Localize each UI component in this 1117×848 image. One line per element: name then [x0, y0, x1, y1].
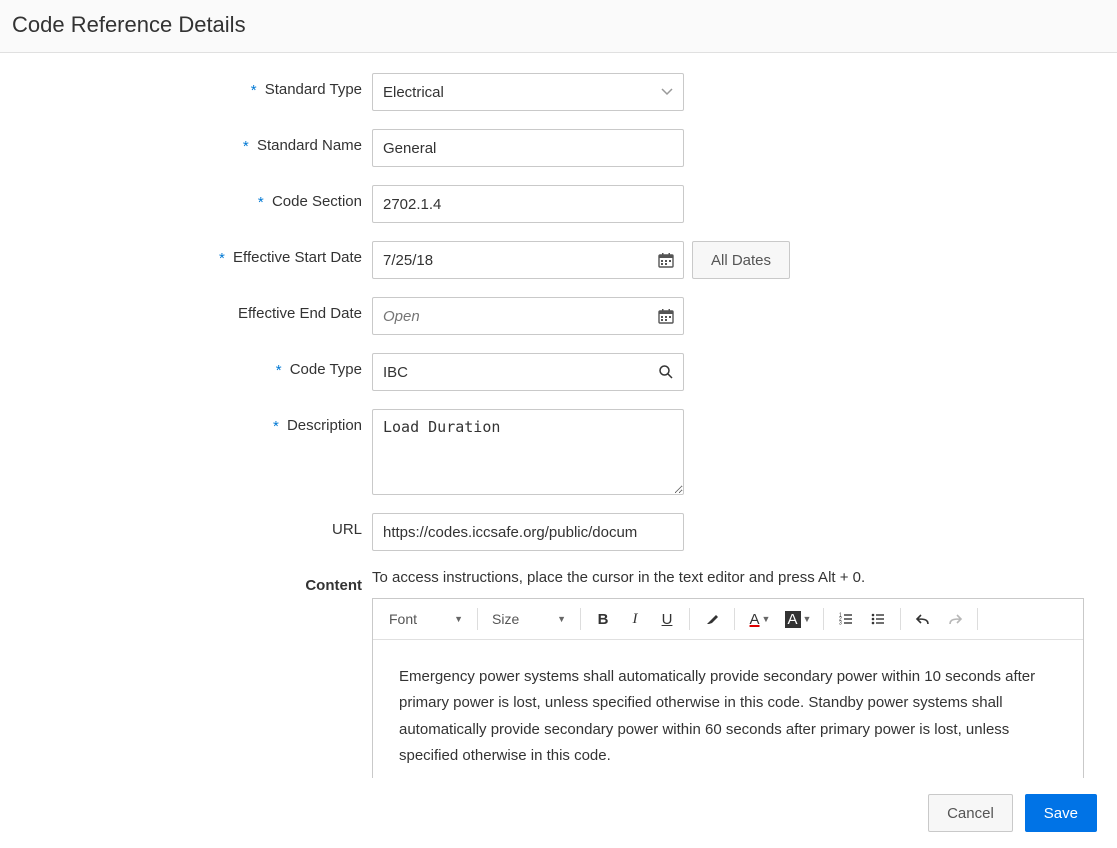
text-color-button[interactable]: A▼ [743, 605, 777, 633]
label-text: Standard Name [257, 137, 362, 154]
label-text: Content [305, 577, 362, 594]
required-marker: * [258, 194, 264, 211]
standard-name-input[interactable] [372, 129, 684, 167]
bold-button[interactable]: B [589, 605, 617, 633]
required-marker: * [243, 138, 249, 155]
highlight-button[interactable] [698, 605, 726, 633]
size-dropdown[interactable]: Size ▼ [486, 607, 572, 631]
required-marker: * [251, 82, 257, 99]
page-header: Code Reference Details [0, 0, 1117, 53]
label-eff-start: * Effective Start Date [12, 241, 372, 267]
eff-start-date-input[interactable] [372, 241, 684, 279]
ordered-list-button[interactable]: 123 [832, 605, 860, 633]
label-content: Content [12, 569, 372, 594]
redo-button[interactable] [941, 605, 969, 633]
label-code-type: * Code Type [12, 353, 372, 379]
description-textarea[interactable] [372, 409, 684, 495]
row-eff-end: Effective End Date [12, 297, 1105, 335]
label-url: URL [12, 513, 372, 538]
size-dropdown-label: Size [492, 611, 519, 627]
row-eff-start: * Effective Start Date All Dates [12, 241, 1105, 279]
undo-button[interactable] [909, 605, 937, 633]
label-text: URL [332, 521, 362, 538]
italic-button[interactable]: I [621, 605, 649, 633]
save-button[interactable]: Save [1025, 794, 1097, 832]
all-dates-button[interactable]: All Dates [692, 241, 790, 279]
editor-body[interactable]: Emergency power systems shall automatica… [373, 640, 1083, 778]
label-description: * Description [12, 409, 372, 435]
row-standard-type: * Standard Type Electrical [12, 73, 1105, 111]
label-standard-name: * Standard Name [12, 129, 372, 155]
footer: Cancel Save [0, 778, 1117, 848]
label-standard-type: * Standard Type [12, 73, 372, 99]
rich-text-editor: Font ▼ Size ▼ B I U [372, 598, 1084, 778]
editor-toolbar: Font ▼ Size ▼ B I U [373, 599, 1083, 640]
separator [689, 608, 690, 630]
label-text: Effective End Date [238, 305, 362, 322]
select-value: Electrical [383, 84, 444, 101]
separator [823, 608, 824, 630]
row-standard-name: * Standard Name [12, 129, 1105, 167]
unordered-list-button[interactable] [864, 605, 892, 633]
label-text: Code Type [290, 361, 362, 378]
chevron-down-icon [661, 86, 673, 98]
font-dropdown[interactable]: Font ▼ [383, 607, 469, 631]
separator [734, 608, 735, 630]
svg-text:3: 3 [839, 621, 842, 627]
label-code-section: * Code Section [12, 185, 372, 211]
code-section-input[interactable] [372, 185, 684, 223]
standard-type-select[interactable]: Electrical [372, 73, 684, 111]
chevron-down-icon: ▼ [454, 614, 463, 624]
url-input[interactable] [372, 513, 684, 551]
row-url: URL [12, 513, 1105, 551]
label-text: Code Section [272, 193, 362, 210]
editor-hint: To access instructions, place the cursor… [372, 569, 865, 586]
row-description: * Description [12, 409, 1105, 495]
code-type-input[interactable] [372, 353, 684, 391]
required-marker: * [276, 362, 282, 379]
page: Code Reference Details * Standard Type E… [0, 0, 1117, 848]
underline-button[interactable]: U [653, 605, 681, 633]
bg-color-button[interactable]: A▼ [781, 605, 815, 633]
label-text: Standard Type [265, 81, 362, 98]
required-marker: * [273, 418, 279, 435]
separator [580, 608, 581, 630]
row-code-type: * Code Type [12, 353, 1105, 391]
label-text: Effective Start Date [233, 249, 362, 266]
chevron-down-icon: ▼ [557, 614, 566, 624]
separator [477, 608, 478, 630]
page-title: Code Reference Details [12, 12, 1105, 38]
required-marker: * [219, 250, 225, 267]
label-text: Description [287, 417, 362, 434]
cancel-button[interactable]: Cancel [928, 794, 1013, 832]
form-scroll-area[interactable]: * Standard Type Electrical * Standard Na… [0, 53, 1117, 778]
font-dropdown-label: Font [389, 611, 417, 627]
row-code-section: * Code Section [12, 185, 1105, 223]
row-content: Content To access instructions, place th… [12, 569, 1105, 778]
label-eff-end: Effective End Date [12, 297, 372, 322]
eff-end-date-input[interactable] [372, 297, 684, 335]
separator [900, 608, 901, 630]
separator [977, 608, 978, 630]
